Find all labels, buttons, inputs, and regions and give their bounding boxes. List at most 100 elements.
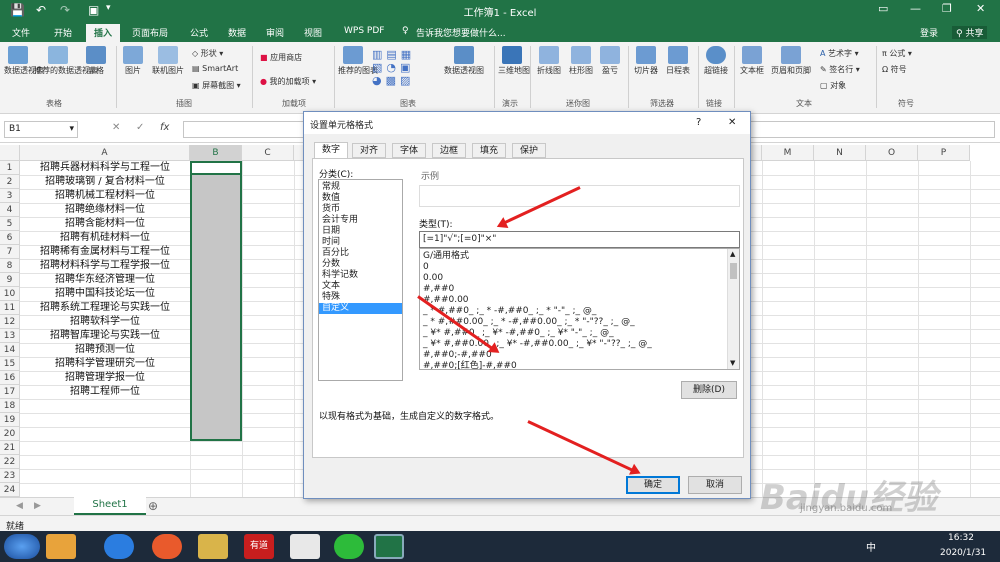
sparkline-winloss-button[interactable]: 盈亏	[598, 46, 622, 76]
wordart-button[interactable]: A 艺术字 ▾	[820, 48, 859, 59]
tab-alignment[interactable]: 对齐	[352, 143, 386, 158]
screenshot-button[interactable]: ▣ 屏幕截图 ▾	[192, 80, 241, 91]
youdao-icon[interactable]: 有道	[244, 534, 274, 559]
sheet-tab-sheet1[interactable]: Sheet1	[74, 497, 146, 515]
login-link[interactable]: 登录	[920, 26, 938, 39]
cell-a[interactable]: 招聘材料科学与工程学报一位	[20, 259, 190, 273]
cell-a[interactable]: 招聘兵器材料科学与工程一位	[20, 161, 190, 175]
format-item[interactable]: #,##0	[423, 284, 454, 295]
tab-font[interactable]: 字体	[392, 143, 426, 158]
cell-a[interactable]: 招聘含能材料一位	[20, 217, 190, 231]
smartart-button[interactable]: ▤ SmartArt	[192, 64, 238, 73]
category-item[interactable]: 常规	[322, 182, 340, 193]
sparkline-column-button[interactable]: 柱形图	[566, 46, 596, 76]
close-icon[interactable]: ✕	[728, 117, 736, 128]
3d-map-button[interactable]: 三维地图	[498, 46, 530, 76]
slicer-button[interactable]: 切片器	[632, 46, 660, 76]
tab-wps-pdf[interactable]: WPS PDF	[344, 26, 384, 36]
row-header[interactable]: 11	[0, 301, 20, 315]
cell-a[interactable]: 招聘华东经济管理一位	[20, 273, 190, 287]
tab-protection[interactable]: 保护	[512, 143, 546, 158]
scroll-left-icon[interactable]: ◀	[16, 501, 23, 511]
minimize-icon[interactable]: —	[910, 2, 921, 15]
row-header[interactable]: 6	[0, 231, 20, 245]
select-all-corner[interactable]	[0, 145, 20, 161]
cell-a[interactable]: 招聘工程师一位	[20, 385, 190, 399]
type-input[interactable]: [=1]"√";[=0]"×"	[419, 231, 740, 248]
selected-column-b[interactable]	[190, 161, 242, 441]
category-item[interactable]: 货币	[322, 204, 340, 215]
scroll-down-icon[interactable]: ▼	[730, 359, 735, 367]
online-picture-button[interactable]: 联机图片	[148, 46, 188, 76]
row-header[interactable]: 1	[0, 161, 20, 175]
cell-a[interactable]: 招聘管理学报一位	[20, 371, 190, 385]
column-header-m[interactable]: M	[762, 145, 814, 161]
ribbon-display-icon[interactable]: ▭	[878, 2, 888, 15]
picture-button[interactable]: 图片	[120, 46, 146, 76]
tab-fill[interactable]: 填充	[472, 143, 506, 158]
row-header[interactable]: 20	[0, 427, 20, 441]
hyperlink-button[interactable]: 超链接	[702, 46, 730, 76]
cell-a[interactable]: 招聘智库理论与实践一位	[20, 329, 190, 343]
category-item[interactable]: 科学记数	[322, 270, 358, 281]
format-item[interactable]: #,##0;-#,##0	[423, 350, 492, 361]
format-item[interactable]: _ ¥* #,##0.00_ ;_ ¥* -#,##0.00_ ;_ ¥* "-…	[423, 339, 652, 350]
name-box[interactable]: B1 ▾	[4, 121, 78, 138]
app-icon-2[interactable]	[290, 534, 320, 559]
cell-a[interactable]: 招聘玻璃钢 / 复合材料一位	[20, 175, 190, 189]
clock-date[interactable]: 2020/1/31	[940, 548, 986, 558]
insert-function-icon[interactable]: fx	[160, 122, 169, 133]
signature-line-button[interactable]: ✎ 签名行 ▾	[820, 64, 860, 75]
category-item[interactable]: 自定义	[319, 303, 402, 314]
tab-file[interactable]: 文件	[12, 26, 30, 39]
column-header-n[interactable]: N	[814, 145, 866, 161]
recommended-charts-button[interactable]: 推荐的图表	[338, 46, 378, 76]
cell-a[interactable]: 招聘稀有金属材料与工程一位	[20, 245, 190, 259]
row-header[interactable]: 2	[0, 175, 20, 189]
chart-type-icons[interactable]: ▥▤▦ ▧◔▣ ◕▩▨	[372, 48, 415, 87]
file-explorer-icon[interactable]	[198, 534, 228, 559]
enter-icon[interactable]: ✓	[136, 122, 144, 133]
cell-a[interactable]: 招聘绝缘材料一位	[20, 203, 190, 217]
browser-icon[interactable]	[152, 534, 182, 559]
category-item[interactable]: 会计专用	[322, 215, 358, 226]
format-list[interactable]: ▲ ▼ G/通用格式 0 0.00 #,##0 #,##0.00 _ * #,##0_ ;…	[419, 248, 740, 372]
tab-border[interactable]: 边框	[432, 143, 466, 158]
category-item[interactable]: 数值	[322, 193, 340, 204]
row-header[interactable]: 9	[0, 273, 20, 287]
column-header-c[interactable]: C	[242, 145, 294, 161]
add-sheet-icon[interactable]: ⊕	[148, 499, 158, 513]
column-header-a[interactable]: A	[20, 145, 190, 161]
tab-formulas[interactable]: 公式	[190, 26, 208, 39]
row-header[interactable]: 7	[0, 245, 20, 259]
timeline-button[interactable]: 日程表	[664, 46, 692, 76]
cell-a[interactable]: 招聘软科学一位	[20, 315, 190, 329]
shapes-button[interactable]: ◇ 形状 ▾	[192, 48, 223, 59]
format-item[interactable]: G/通用格式	[423, 251, 469, 262]
row-header[interactable]: 16	[0, 371, 20, 385]
row-header[interactable]: 18	[0, 399, 20, 413]
clock-time[interactable]: 16:32	[948, 533, 974, 543]
scroll-right-icon[interactable]: ▶	[34, 501, 41, 511]
row-header[interactable]: 8	[0, 259, 20, 273]
row-header[interactable]: 17	[0, 385, 20, 399]
object-button[interactable]: ▢ 对象	[820, 80, 846, 91]
cancel-icon[interactable]: ✕	[112, 122, 120, 133]
tab-view[interactable]: 视图	[304, 26, 322, 39]
share-button[interactable]: ⚲ 共享	[952, 26, 988, 39]
delete-button[interactable]: 删除(D)	[681, 381, 737, 399]
tab-review[interactable]: 审阅	[266, 26, 284, 39]
row-header[interactable]: 10	[0, 287, 20, 301]
app-icon-1[interactable]	[46, 534, 76, 559]
category-item[interactable]: 百分比	[322, 248, 349, 259]
format-list-scrollbar[interactable]: ▲ ▼	[727, 249, 739, 369]
format-item[interactable]: 0	[423, 262, 429, 273]
row-header[interactable]: 22	[0, 455, 20, 469]
category-item[interactable]: 日期	[322, 226, 340, 237]
row-header[interactable]: 5	[0, 217, 20, 231]
cell-a[interactable]: 招聘中国科技论坛一位	[20, 287, 190, 301]
format-item[interactable]: #,##0;[红色]-#,##0	[423, 361, 517, 372]
row-header[interactable]: 23	[0, 469, 20, 483]
pivot-table-button[interactable]: 数据透视表	[4, 46, 44, 76]
row-header[interactable]: 19	[0, 413, 20, 427]
